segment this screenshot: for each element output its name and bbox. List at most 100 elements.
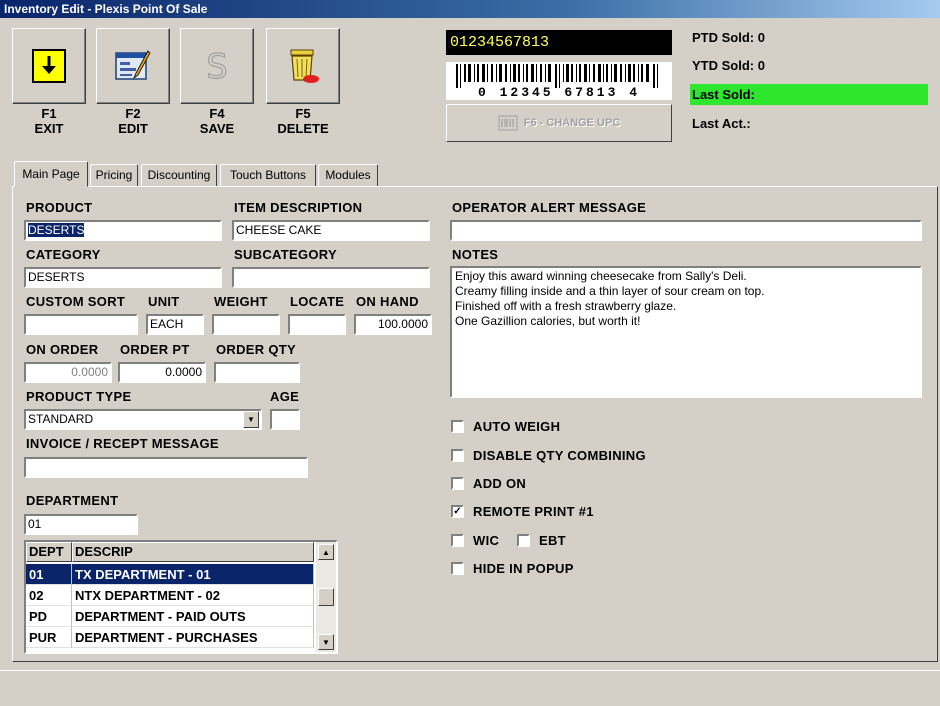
- edit-form-icon: [115, 50, 151, 80]
- tab-modules[interactable]: Modules: [318, 164, 378, 187]
- weight-field[interactable]: [212, 314, 280, 335]
- wic-label: WIC: [473, 533, 500, 548]
- barcode-image: 0 12345 67813 4: [446, 62, 672, 100]
- notes-line: Creamy filling inside and a thin layer o…: [455, 284, 765, 298]
- custom-sort-field[interactable]: [24, 314, 138, 335]
- scroll-thumb[interactable]: [318, 588, 334, 606]
- chevron-up-icon: ▲: [322, 547, 330, 557]
- order-pt-label: ORDER PT: [120, 342, 190, 357]
- unit-label: UNIT: [148, 294, 180, 309]
- grid-cell-descrip: TX DEPARTMENT - 01: [72, 564, 314, 585]
- delete-button[interactable]: [266, 28, 340, 104]
- ptd-sold: PTD Sold: 0: [692, 30, 765, 45]
- change-upc-button[interactable]: F6 - CHANGE UPC: [446, 104, 672, 142]
- disable-qty-combining-label: DISABLE QTY COMBINING: [473, 448, 646, 463]
- on-hand-field[interactable]: 100.0000: [354, 314, 432, 335]
- window-title: Inventory Edit - Plexis Point Of Sale: [0, 0, 940, 18]
- chevron-down-icon: ▼: [247, 415, 255, 424]
- auto-weigh-checkbox[interactable]: [451, 420, 464, 433]
- notes-textarea[interactable]: Enjoy this award winning cheesecake from…: [450, 266, 922, 398]
- notes-label: NOTES: [452, 247, 499, 262]
- ytd-sold: YTD Sold: 0: [692, 58, 765, 73]
- on-order-field: 0.0000: [24, 362, 112, 383]
- grid-cell-descrip: NTX DEPARTMENT - 02: [72, 585, 314, 606]
- item-description-label: ITEM DESCRIPTION: [234, 200, 363, 215]
- category-field[interactable]: DESERTS: [24, 267, 222, 288]
- table-row[interactable]: 02 NTX DEPARTMENT - 02: [26, 585, 314, 606]
- grid-header-dept[interactable]: DEPT: [26, 542, 72, 562]
- operator-alert-label: OPERATOR ALERT MESSAGE: [452, 200, 647, 215]
- last-sold: Last Sold:: [690, 84, 928, 105]
- wic-checkbox[interactable]: [451, 534, 464, 547]
- save-button[interactable]: S: [180, 28, 254, 104]
- invoice-message-label: INVOICE / RECEPT MESSAGE: [26, 436, 219, 451]
- svg-text:S: S: [206, 47, 228, 86]
- ebt-label: EBT: [539, 533, 566, 548]
- item-description-field[interactable]: CHEESE CAKE: [232, 220, 430, 241]
- product-field[interactable]: DESERTS: [24, 220, 222, 241]
- notes-line: Enjoy this award winning cheesecake from…: [455, 269, 747, 283]
- delete-label: F5 DELETE: [277, 106, 329, 136]
- tab-pricing[interactable]: Pricing: [90, 164, 138, 187]
- weight-label: WEIGHT: [214, 294, 268, 309]
- subcategory-label: SUBCATEGORY: [234, 247, 337, 262]
- edit-label: F2 EDIT: [118, 106, 148, 136]
- order-qty-field[interactable]: [214, 362, 300, 383]
- product-type-dropdown-button[interactable]: ▼: [243, 411, 259, 428]
- product-type-select[interactable]: STANDARD: [24, 409, 262, 430]
- subcategory-field[interactable]: [232, 267, 430, 288]
- grid-cell-dept: PD: [26, 606, 72, 627]
- grid-cell-descrip: DEPARTMENT - PURCHASES: [72, 627, 314, 648]
- change-upc-label: F6 - CHANGE UPC: [523, 117, 621, 129]
- custom-sort-label: CUSTOM SORT: [26, 294, 126, 309]
- disable-qty-combining-checkbox[interactable]: [451, 449, 464, 462]
- product-type-label: PRODUCT TYPE: [26, 389, 132, 404]
- add-on-label: ADD ON: [473, 476, 527, 491]
- chevron-down-icon: ▼: [322, 637, 330, 647]
- save-label: F4 SAVE: [199, 106, 235, 136]
- department-grid[interactable]: DEPT DESCRIP 01 TX DEPARTMENT - 01 02 NT…: [24, 540, 338, 654]
- invoice-message-field[interactable]: [24, 457, 308, 478]
- trash-can-icon: [290, 49, 319, 83]
- product-type-value: STANDARD: [28, 412, 94, 426]
- edit-button[interactable]: [96, 28, 170, 104]
- operator-alert-field[interactable]: [450, 220, 922, 241]
- grid-header: DEPT DESCRIP: [26, 542, 314, 562]
- tab-main-page[interactable]: Main Page: [14, 161, 88, 187]
- upc-field[interactable]: 01234567813: [446, 30, 672, 55]
- on-hand-label: ON HAND: [356, 294, 419, 309]
- age-label: AGE: [270, 389, 300, 404]
- department-field[interactable]: 01: [24, 514, 138, 535]
- add-on-checkbox[interactable]: [451, 477, 464, 490]
- notes-line: One Gazillion calories, but worth it!: [455, 314, 641, 328]
- table-row[interactable]: PD DEPARTMENT - PAID OUTS: [26, 606, 314, 627]
- department-label: DEPARTMENT: [26, 493, 119, 508]
- hide-in-popup-label: HIDE IN POPUP: [473, 561, 574, 576]
- age-field[interactable]: [270, 409, 300, 430]
- remote-print-checkbox[interactable]: ✓: [451, 505, 464, 518]
- scroll-down-button[interactable]: ▼: [318, 634, 334, 650]
- exit-arrow-icon: [32, 49, 66, 83]
- product-label: PRODUCT: [26, 200, 93, 215]
- last-act: Last Act.:: [692, 116, 751, 131]
- ebt-checkbox[interactable]: [517, 534, 530, 547]
- checkmark-icon: ✓: [453, 506, 462, 517]
- order-pt-field[interactable]: 0.0000: [118, 362, 206, 383]
- grid-header-descrip[interactable]: DESCRIP: [72, 542, 314, 562]
- table-row[interactable]: PUR DEPARTMENT - PURCHASES: [26, 627, 314, 648]
- grid-cell-dept: 01: [26, 564, 72, 585]
- tab-discounting[interactable]: Discounting: [141, 164, 217, 187]
- tab-touch-buttons[interactable]: Touch Buttons: [220, 164, 316, 187]
- hide-in-popup-checkbox[interactable]: [451, 562, 464, 575]
- grid-scrollbar[interactable]: ▲ ▼: [316, 542, 336, 652]
- barcode-small-icon: [498, 115, 518, 131]
- unit-field[interactable]: EACH: [146, 314, 204, 335]
- exit-label: F1 EXIT: [34, 106, 64, 136]
- locate-field[interactable]: [288, 314, 346, 335]
- remote-print-label: REMOTE PRINT #1: [473, 504, 594, 519]
- exit-button[interactable]: [12, 28, 86, 104]
- table-row[interactable]: 01 TX DEPARTMENT - 01: [26, 564, 314, 585]
- scroll-up-button[interactable]: ▲: [318, 544, 334, 560]
- grid-cell-dept: 02: [26, 585, 72, 606]
- product-value: DESERTS: [28, 223, 85, 237]
